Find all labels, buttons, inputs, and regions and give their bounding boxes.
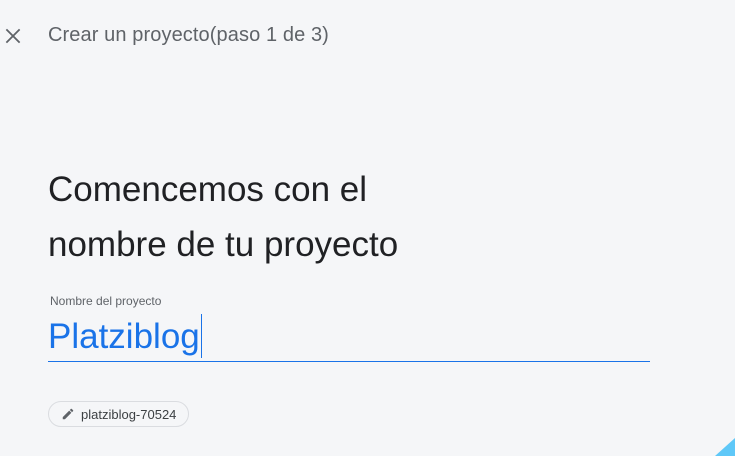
project-name-label: Nombre del proyecto [50,294,162,308]
heading-line-1: Comencemos con el [48,170,368,209]
step-title: Crear un proyecto(paso 1 de 3) [48,24,329,46]
project-name-input[interactable] [48,312,650,362]
close-button[interactable] [0,22,26,50]
project-name-field: Nombre del proyecto [48,292,650,366]
heading-line-2: nombre de tu proyecto [48,225,399,264]
project-id-text: platziblog-70524 [81,406,177,422]
close-icon [5,28,21,44]
text-caret [201,314,202,358]
top-bar: Crear un proyecto(paso 1 de 3) [0,0,735,72]
create-project-page: Crear un proyecto(paso 1 de 3) Comencemo… [0,0,735,456]
page-heading: Comencemos con el nombre de tu proyecto [48,162,608,272]
pencil-icon [61,407,81,421]
project-id-chip[interactable]: platziblog-70524 [48,401,190,427]
corner-decoration [715,438,735,456]
